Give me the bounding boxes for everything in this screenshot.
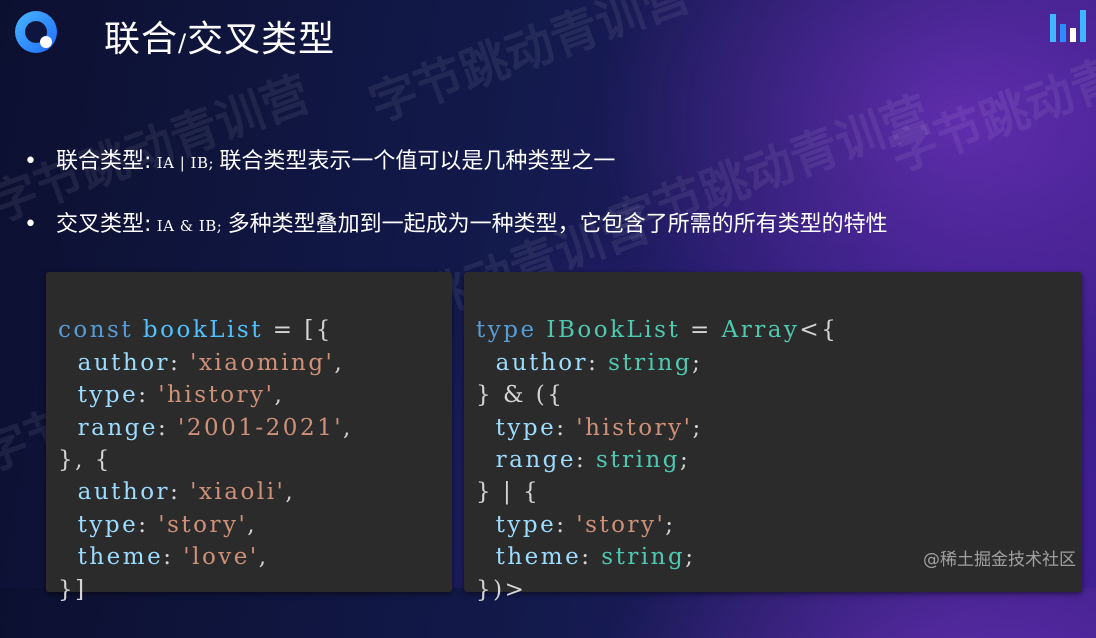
code-property: theme bbox=[77, 544, 164, 571]
code-punct: ; bbox=[685, 544, 696, 571]
bullet-description: 联合类型表示一个值可以是几种类型之一 bbox=[219, 149, 616, 174]
code-punct: , bbox=[247, 511, 258, 538]
code-punct: : bbox=[170, 349, 191, 376]
code-punct: ; bbox=[679, 446, 691, 473]
code-punct: : bbox=[138, 511, 159, 538]
title-part2: 交叉类型 bbox=[187, 19, 336, 60]
code-property: type bbox=[495, 414, 557, 441]
code-punct: , bbox=[274, 382, 285, 409]
code-line: } & ({ bbox=[476, 382, 565, 409]
code-line: author: 'xiaoming', bbox=[58, 347, 452, 379]
bullet-code: IA | IB; bbox=[151, 154, 220, 172]
code-property: range bbox=[495, 446, 576, 473]
code-punct: ; bbox=[692, 414, 703, 441]
code-property: author bbox=[77, 349, 171, 376]
code-punct: , bbox=[258, 544, 269, 571]
code-line: range: '2001-2021', bbox=[58, 412, 452, 444]
bullet-label: 联合类型: bbox=[56, 149, 152, 174]
code-string: 'story' bbox=[576, 511, 666, 538]
code-punct: : bbox=[138, 382, 159, 409]
code-string: '2001-2021' bbox=[178, 414, 344, 441]
code-line: } | { bbox=[476, 479, 541, 506]
bullet-description: 多种类型叠加到一起成为一种类型，它包含了所需的所有类型的特性 bbox=[227, 212, 888, 237]
code-property: type bbox=[495, 511, 557, 538]
code-string: 'story' bbox=[158, 511, 248, 538]
code-line: range: string; bbox=[476, 444, 1082, 476]
code-punct: : bbox=[556, 414, 577, 441]
code-punct: : bbox=[157, 414, 179, 441]
code-punct: ; bbox=[665, 511, 676, 538]
code-identifier: bookList bbox=[142, 317, 263, 344]
code-keyword: const bbox=[58, 317, 134, 344]
code-punct: , bbox=[334, 349, 345, 376]
code-line: }] bbox=[58, 576, 87, 603]
footer-credit: @稀土掘金技术社区 bbox=[923, 550, 1076, 570]
code-block-ibooklist-type: type IBookList = Array<{ author: string;… bbox=[464, 272, 1082, 603]
code-keyword: type bbox=[476, 317, 537, 344]
code-punct: : bbox=[170, 479, 191, 506]
code-string: 'xiaoli' bbox=[190, 479, 286, 506]
code-line: type: 'story', bbox=[58, 509, 452, 541]
code-string: 'history' bbox=[158, 382, 275, 409]
code-type: string bbox=[596, 446, 680, 473]
code-punct: : bbox=[575, 446, 597, 473]
code-property: author bbox=[495, 349, 589, 376]
code-line: type: 'history'; bbox=[476, 412, 1082, 444]
qingxunying-logo-icon bbox=[15, 11, 57, 53]
code-punct: <{ bbox=[799, 317, 839, 344]
code-type: string bbox=[601, 544, 686, 571]
code-line: author: 'xiaoli', bbox=[58, 476, 452, 508]
code-type: IBookList bbox=[546, 317, 681, 344]
code-line: theme: 'love', bbox=[58, 541, 452, 573]
code-property: author bbox=[77, 479, 171, 506]
code-line: author: string; bbox=[476, 347, 1082, 379]
title-part1: 联合 bbox=[104, 19, 179, 60]
code-punct: ; bbox=[692, 349, 703, 376]
code-line: type: 'history', bbox=[58, 379, 452, 411]
code-string: 'love' bbox=[183, 544, 259, 571]
code-property: type bbox=[77, 511, 139, 538]
code-line: type IBookList = Array<{ bbox=[476, 314, 1082, 346]
code-line: const bookList = [{ bbox=[58, 314, 452, 346]
code-line: })> bbox=[476, 576, 527, 603]
code-punct: : bbox=[581, 544, 602, 571]
bar-chart-brand-icon bbox=[1050, 10, 1086, 42]
page-title: 联合/交叉类型 bbox=[104, 10, 335, 62]
code-property: type bbox=[77, 382, 139, 409]
code-punct: : bbox=[163, 544, 184, 571]
code-block-booklist: const bookList = [{ author: 'xiaoming', … bbox=[46, 272, 452, 603]
code-punct: = bbox=[680, 317, 722, 344]
code-punct: : bbox=[556, 511, 577, 538]
bullet-dot: • bbox=[24, 212, 37, 237]
code-punct: : bbox=[588, 349, 609, 376]
code-string: 'history' bbox=[576, 414, 693, 441]
watermark: 字节跳动青训营 bbox=[362, 0, 698, 134]
code-property: range bbox=[77, 414, 158, 441]
code-type: Array bbox=[721, 317, 800, 344]
code-punct: , bbox=[343, 414, 353, 441]
bullet-code: IA & IB; bbox=[151, 217, 228, 235]
code-string: 'xiaoming' bbox=[190, 349, 335, 376]
code-punct: , bbox=[285, 479, 296, 506]
bullet-label: 交叉类型: bbox=[56, 212, 152, 237]
bullet-union-type: • 联合类型: IA | IB; 联合类型表示一个值可以是几种类型之一 bbox=[24, 143, 615, 175]
code-punct: = [{ bbox=[262, 317, 333, 344]
code-line: }, { bbox=[58, 446, 112, 473]
title-separator: / bbox=[178, 29, 188, 57]
bullet-dot: • bbox=[24, 149, 37, 174]
code-line: type: 'story'; bbox=[476, 509, 1082, 541]
code-property: theme bbox=[495, 544, 582, 571]
bullet-intersection-type: • 交叉类型: IA & IB; 多种类型叠加到一起成为一种类型，它包含了所需的所… bbox=[24, 206, 888, 238]
code-type: string bbox=[608, 349, 693, 376]
